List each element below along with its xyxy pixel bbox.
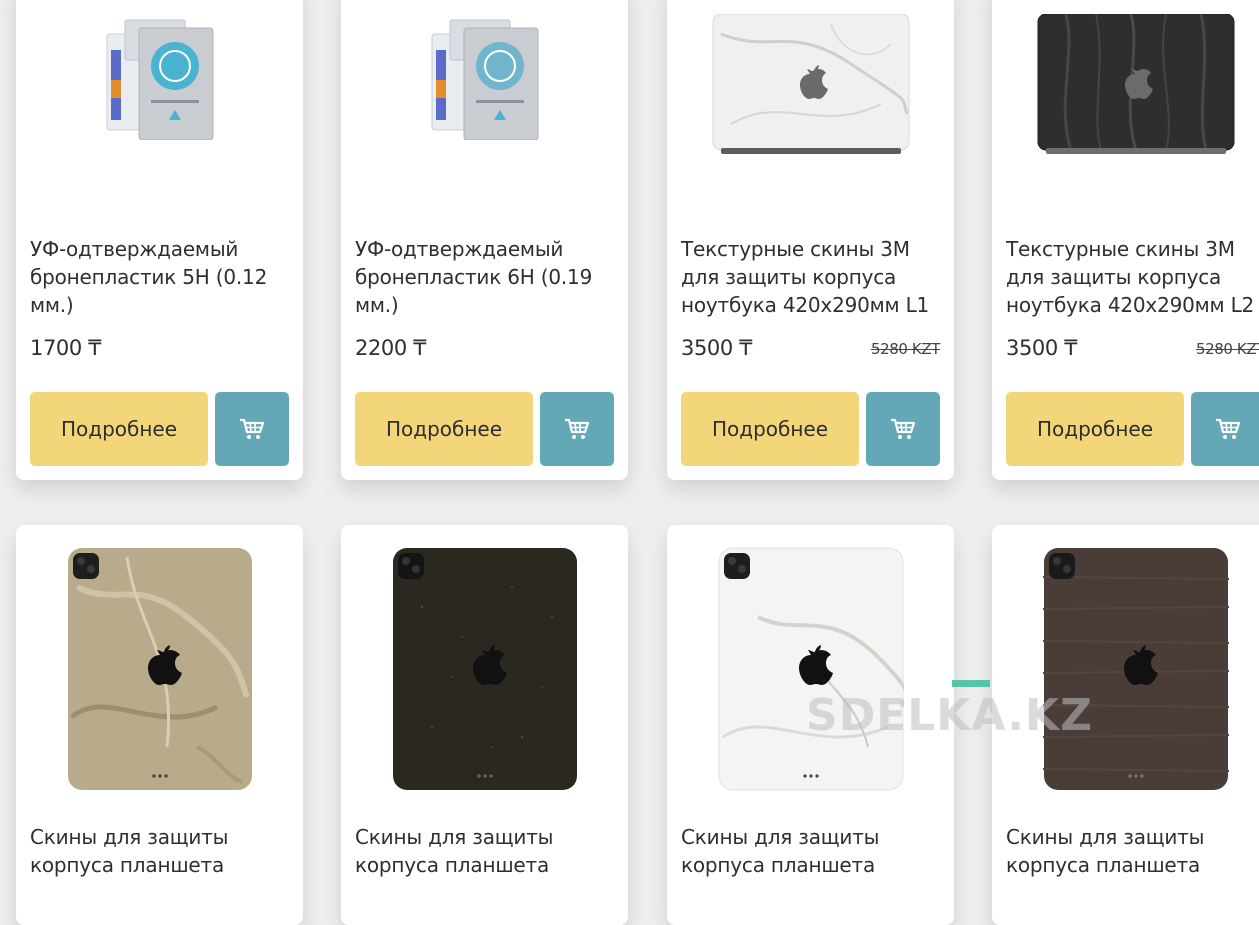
tablet-brown-wood-skin-icon — [1042, 548, 1229, 790]
price-row: 3500 ₸ 5280 KZT — [681, 336, 940, 366]
product-title[interactable]: Скины для защиты корпуса планшета — [30, 823, 290, 879]
product-price: 2200 ₸ — [355, 336, 427, 360]
product-card: Текстурные скины 3M для защиты корпуса н… — [992, 0, 1259, 480]
film-package-icon — [431, 19, 538, 140]
price-row: 2200 ₸ — [355, 336, 614, 366]
product-title[interactable]: УФ-одтверждаемый бронепластик 5H (0.12 м… — [30, 235, 290, 319]
product-title[interactable]: УФ-одтверждаемый бронепластик 6H (0.19 м… — [355, 235, 615, 319]
product-card: Текстурные скины 3M для защиты корпуса н… — [667, 0, 954, 480]
cart-icon — [891, 418, 916, 439]
watermark: SDELKA.KZ — [806, 690, 1093, 741]
add-to-cart-button[interactable] — [540, 392, 614, 466]
add-to-cart-button[interactable] — [866, 392, 940, 466]
product-image[interactable] — [992, 547, 1259, 791]
product-card: Скины для защиты корпуса планшета — [16, 525, 303, 925]
film-package-icon — [106, 19, 213, 140]
tablet-beige-marble-skin-icon — [67, 548, 252, 790]
price-row: 3500 ₸ 5280 KZT — [1006, 336, 1259, 366]
details-button[interactable]: Подробнее — [1006, 392, 1184, 466]
product-image[interactable] — [341, 10, 628, 140]
add-to-cart-button[interactable] — [215, 392, 289, 466]
cart-icon — [240, 418, 265, 439]
cart-icon — [1216, 418, 1241, 439]
tablet-white-marble-skin-icon — [718, 547, 904, 791]
product-image[interactable] — [667, 14, 954, 156]
product-image[interactable] — [667, 547, 954, 791]
product-price: 3500 ₸ — [681, 336, 753, 360]
product-title[interactable]: Текстурные скины 3M для защиты корпуса н… — [1006, 235, 1259, 319]
price-row: 1700 ₸ — [30, 336, 289, 366]
details-button[interactable]: Подробнее — [355, 392, 533, 466]
product-title[interactable]: Скины для защиты корпуса планшета — [355, 823, 615, 879]
product-card: Скины для защиты корпуса планшета — [341, 525, 628, 925]
product-price: 3500 ₸ — [1006, 336, 1078, 360]
details-button[interactable]: Подробнее — [30, 392, 208, 466]
laptop-marble-skin-icon — [712, 14, 909, 154]
product-image[interactable] — [16, 547, 303, 791]
product-title[interactable]: Текстурные скины 3M для защиты корпуса н… — [681, 235, 941, 319]
product-card: УФ-одтверждаемый бронепластик 5H (0.12 м… — [16, 0, 303, 480]
product-image[interactable] — [16, 10, 303, 140]
watermark-accent — [952, 680, 990, 687]
product-price: 1700 ₸ — [30, 336, 102, 360]
product-image[interactable] — [992, 14, 1259, 156]
tablet-black-sparkle-skin-icon — [392, 548, 577, 790]
product-card: УФ-одтверждаемый бронепластик 6H (0.19 м… — [341, 0, 628, 480]
product-title[interactable]: Скины для защиты корпуса планшета — [1006, 823, 1259, 879]
add-to-cart-button[interactable] — [1191, 392, 1259, 466]
laptop-wood-skin-icon — [1037, 14, 1234, 154]
old-price: 5280 KZT — [870, 340, 940, 358]
old-price: 5280 KZT — [1195, 340, 1259, 358]
cart-icon — [565, 418, 590, 439]
details-button[interactable]: Подробнее — [681, 392, 859, 466]
product-image[interactable] — [341, 547, 628, 791]
product-title[interactable]: Скины для защиты корпуса планшета — [681, 823, 941, 879]
